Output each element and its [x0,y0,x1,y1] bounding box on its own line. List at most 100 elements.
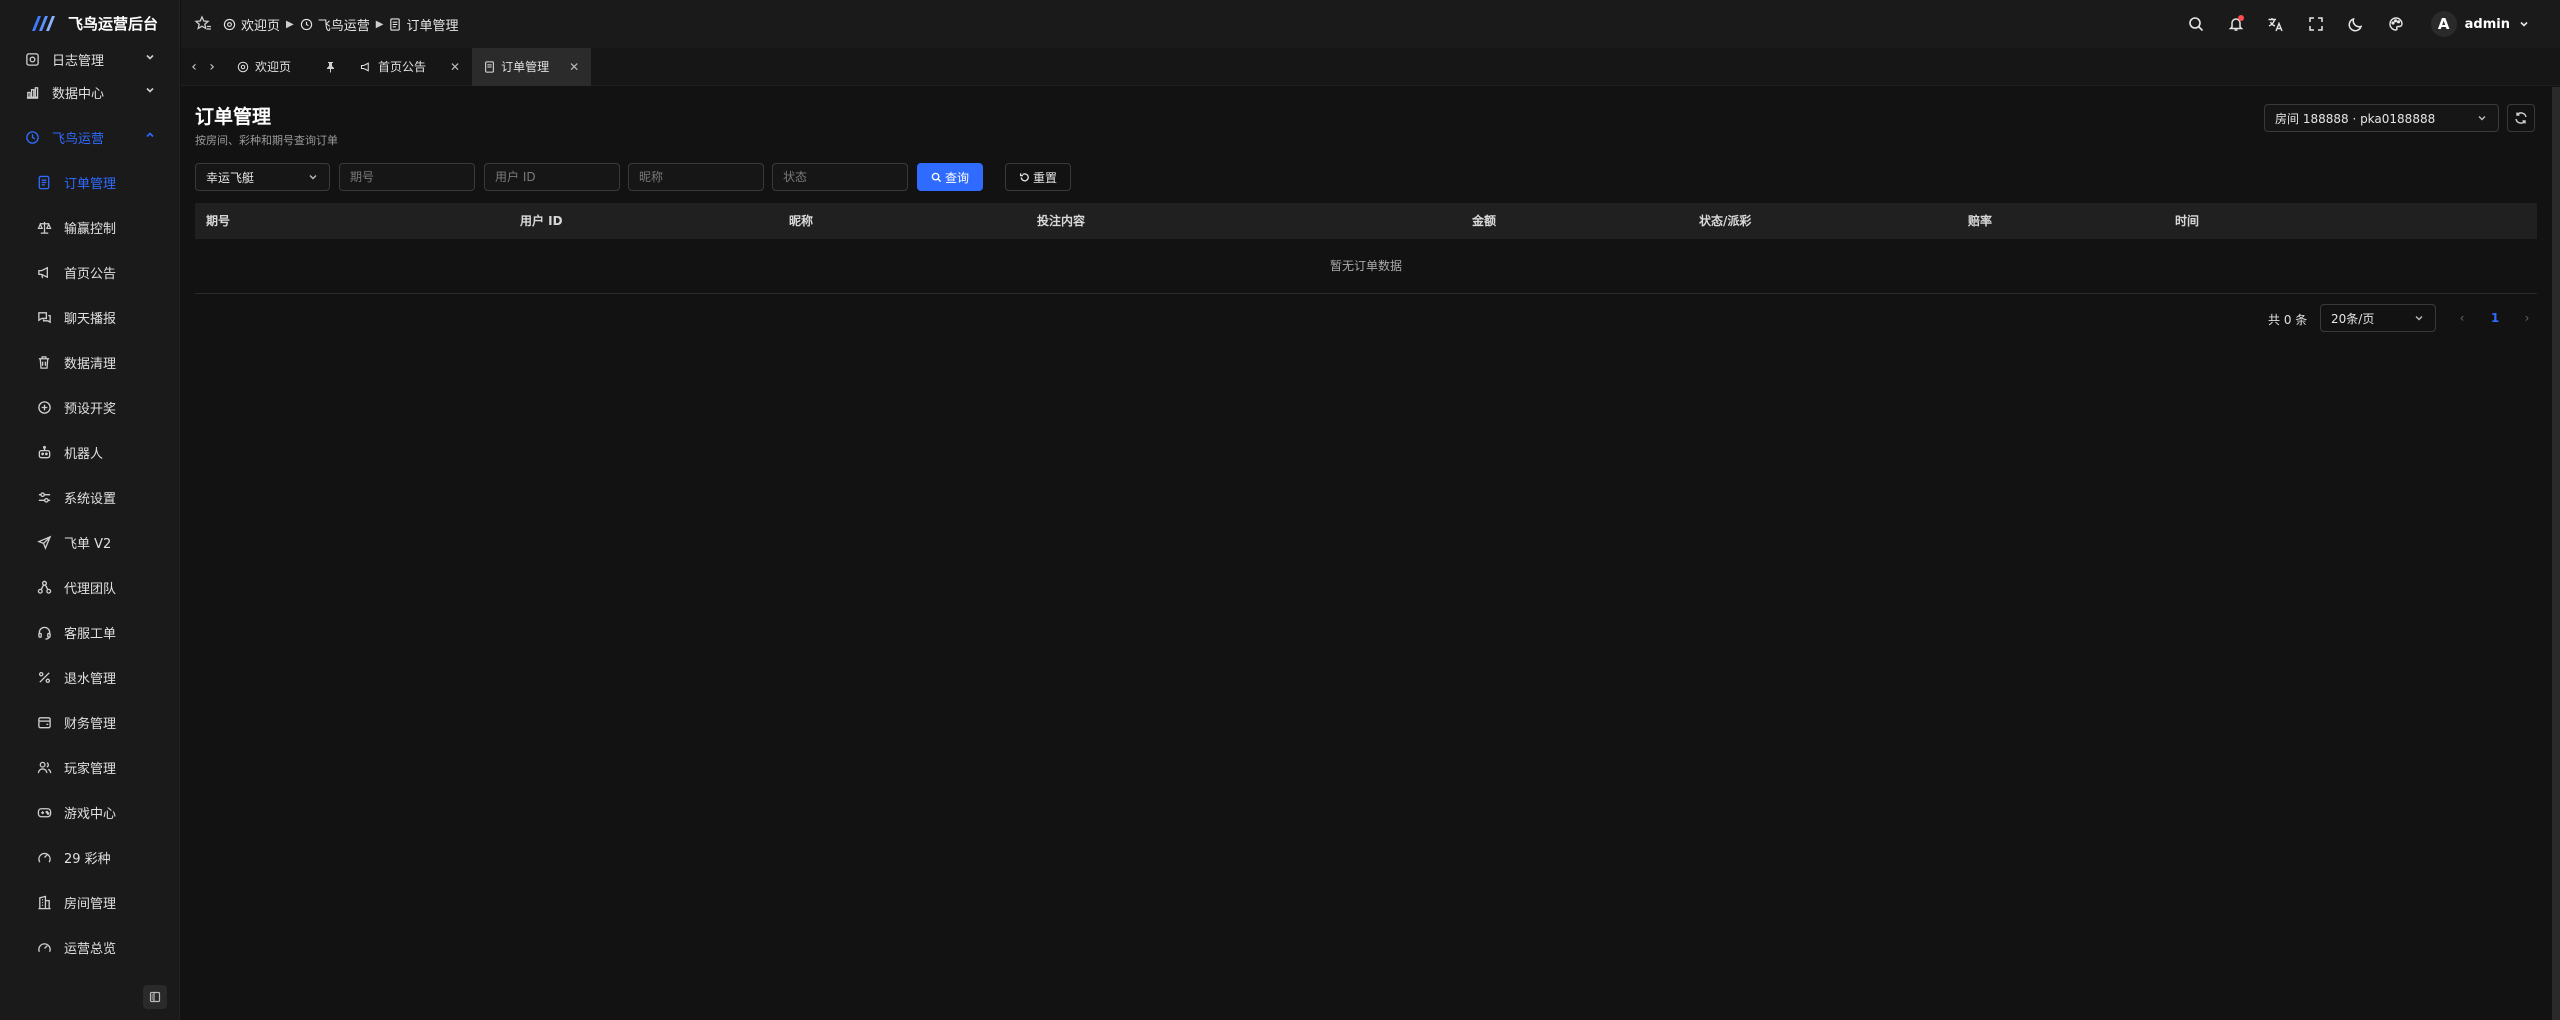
sidebar-item-rebate[interactable]: 退水管理 [0,655,179,700]
lottery-select-value: 幸运飞艇 [206,170,255,185]
sidebar-item-label: 预设开奖 [64,402,117,417]
tab-orders[interactable]: 订单管理 ✕ [472,47,592,86]
status-input[interactable] [772,163,908,191]
page-subtitle: 按房间、彩种和期号查询订单 [195,134,338,147]
sidebar-item-players[interactable]: 玩家管理 [0,745,179,790]
avatar: A [2430,11,2457,37]
dark-mode-moon-icon[interactable] [2345,13,2367,35]
reset-button[interactable]: 重置 [1005,163,1071,191]
sidebar-item-label: 玩家管理 [64,762,117,777]
tab-welcome[interactable]: 欢迎页 [225,48,348,86]
page-number[interactable]: 1 [2485,308,2505,328]
brand-title: 飞鸟运营后台 [68,14,159,33]
sidebar-item-chat-broadcast[interactable]: 聊天播报 [0,295,179,340]
wallet-icon [36,715,52,731]
sidebar-item-announcement[interactable]: 首页公告 [0,250,179,295]
users-icon [36,760,52,776]
breadcrumb-current: 订单管理 [389,15,458,34]
query-button-label: 查询 [944,170,969,185]
breadcrumb-home[interactable]: 欢迎页 [223,15,280,34]
period-input[interactable] [339,163,475,191]
send-icon [36,535,52,551]
page-size-value: 20条/页 [2331,311,2375,326]
sidebar-collapse-button[interactable] [143,985,167,1009]
sidebar-item-robot[interactable]: 机器人 [0,430,179,475]
translate-icon[interactable] [2265,13,2287,35]
next-page-icon[interactable]: › [2517,308,2537,328]
sidebar-item-system-settings[interactable]: 系统设置 [0,475,179,520]
sidebar-item-label: 系统设置 [64,492,117,507]
plus-circle-icon [36,400,52,416]
query-button[interactable]: 查询 [917,163,983,191]
tab-scroll-right-icon[interactable]: › [203,58,221,76]
sidebar-item-preset-draw[interactable]: 预设开奖 [0,385,179,430]
trash-icon [36,355,52,371]
sidebar-item-label: 聊天播报 [64,312,117,327]
breadcrumb: 欢迎页 ▶ 飞鸟运营 ▶ 订单管理 [223,15,458,34]
pin-icon[interactable] [325,61,336,73]
sidebar-menu: 日志管理 数据中心 飞鸟运营 订单管理 输赢控制 首页公告 聊天播报 数据清理 … [0,46,179,976]
refresh-button[interactable] [2507,104,2535,132]
sidebar-item-label: 日志管理 [52,54,105,69]
clock-icon [300,18,312,30]
close-icon[interactable]: ✕ [450,60,460,74]
tab-bar: ‹ › 欢迎页 首页公告 ✕ 订单管理 ✕ [181,47,2560,86]
sidebar-item-agent-team[interactable]: 代理团队 [0,565,179,610]
user-id-input[interactable] [484,163,620,191]
fullscreen-icon[interactable] [2305,13,2327,35]
brand: 飞鸟运营后台 [0,0,179,46]
document-icon [36,175,52,191]
close-icon[interactable]: ✕ [569,60,579,74]
caret-right-icon: ▶ [286,18,294,30]
search-icon[interactable] [2185,13,2207,35]
sidebar-item-feidan-v2[interactable]: 飞单 V2 [0,520,179,565]
header-tools: A admin [2185,0,2530,48]
pagination: 共 0 条 20条/页 ‹ 1 › [181,304,2560,332]
percent-icon [36,670,52,686]
sidebar-item-support-tickets[interactable]: 客服工单 [0,610,179,655]
lottery-select[interactable]: 幸运飞艇 [195,163,330,191]
total-count: 共 0 条 [2268,313,2308,327]
top-header: 欢迎页 ▶ 飞鸟运营 ▶ 订单管理 A admin [181,0,2560,48]
star-icon[interactable] [193,14,213,34]
sidebar-item-ops-overview[interactable]: 运营总览 [0,925,179,970]
sidebar-item-data-cleanup[interactable]: 数据清理 [0,340,179,385]
sidebar-item-orders[interactable]: 订单管理 [0,160,179,205]
sidebar-item-label: 飞鸟运营 [52,132,105,147]
chevron-down-icon [2520,21,2528,27]
breadcrumb-section[interactable]: 飞鸟运营 [300,15,370,34]
home-circle-icon [237,61,249,72]
page-size-select[interactable]: 20条/页 [2320,304,2436,332]
column-header: 金额 [1472,214,1497,228]
sidebar-item-label: 数据清理 [64,357,117,372]
room-select[interactable]: 房间 188888 · pka0188888 [2264,104,2499,132]
tab-announcement[interactable]: 首页公告 ✕ [348,48,472,86]
search-icon [931,172,942,182]
robot-icon [36,445,52,461]
sidebar-item-game-center[interactable]: 游戏中心 [0,790,179,835]
sidebar-item-win-loss-control[interactable]: 输赢控制 [0,205,179,250]
nickname-input[interactable] [628,163,764,191]
sidebar-item-label: 29 彩种 [64,852,111,867]
page-title: 订单管理 [195,106,272,128]
gauge-icon [36,940,52,956]
tab-label: 订单管理 [501,60,550,74]
scale-icon [36,220,52,236]
sidebar-item-lottery-types[interactable]: 29 彩种 [0,835,179,880]
notification-badge [2237,15,2244,21]
notification-bell-icon[interactable] [2225,13,2247,35]
sidebar-item-feiniao-ops[interactable]: 飞鸟运营 [0,115,179,160]
theme-palette-icon[interactable] [2385,13,2407,35]
home-circle-icon [223,18,236,30]
sidebar-item-data-center[interactable]: 数据中心 [0,70,179,115]
prev-page-icon[interactable]: ‹ [2452,308,2472,328]
refresh-icon [2515,112,2527,124]
headset-icon [36,625,52,641]
sidebar-item-label: 财务管理 [64,717,117,732]
tab-scroll-left-icon[interactable]: ‹ [185,58,203,76]
user-menu[interactable]: A admin [2430,11,2530,37]
vertical-scrollbar[interactable] [2552,87,2560,1020]
megaphone-icon [360,61,369,72]
sidebar-item-rooms[interactable]: 房间管理 [0,880,179,925]
sidebar-item-finance[interactable]: 财务管理 [0,700,179,745]
